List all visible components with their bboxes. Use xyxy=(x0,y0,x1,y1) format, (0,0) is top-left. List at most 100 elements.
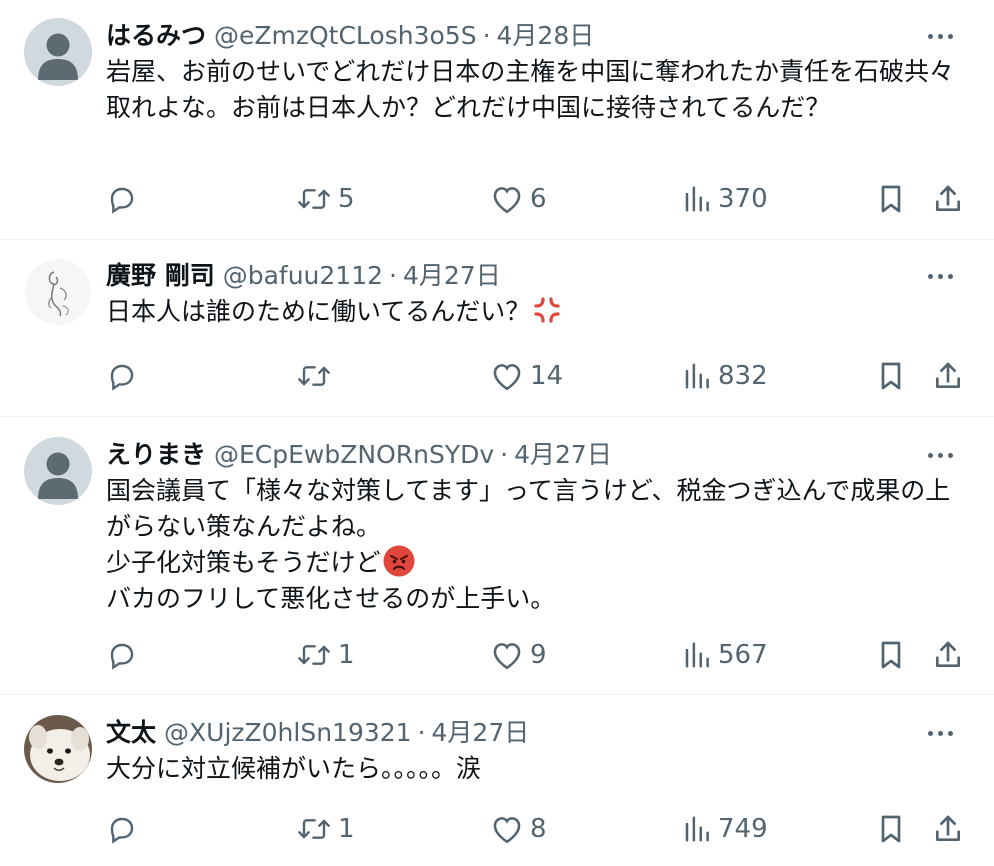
anger-symbol-emoji xyxy=(534,297,560,323)
separator: · xyxy=(482,21,491,50)
dog-photo-avatar-icon xyxy=(24,715,92,783)
avatar[interactable] xyxy=(24,715,92,783)
retweet-button[interactable]: 1 xyxy=(296,809,355,849)
more-icon[interactable] xyxy=(920,258,960,294)
bookmark-button[interactable] xyxy=(876,179,906,219)
handle[interactable]: @bafuu2112 xyxy=(223,258,383,294)
retweet-icon xyxy=(298,366,330,386)
sketch-avatar-icon xyxy=(25,259,91,325)
display-name[interactable]: はるみつ xyxy=(106,18,206,54)
reply-icon xyxy=(110,643,134,670)
like-button[interactable]: 9 xyxy=(490,635,547,675)
views-bar-chart-icon xyxy=(685,642,709,668)
tweet-text-body: 日本人は誰のために働いてるんだい？ xyxy=(106,297,531,326)
reply-button[interactable] xyxy=(106,635,138,675)
handle[interactable]: @eZmzQtCLosh3o5S xyxy=(214,18,477,54)
tweet[interactable]: えりまき @ECpEwbZNORnSYDv · 4月27日 国会議員て「様々な対… xyxy=(0,417,994,695)
share-button[interactable] xyxy=(932,179,964,219)
reply-button[interactable] xyxy=(106,809,138,849)
display-name[interactable]: えりまき xyxy=(106,437,206,473)
retweet-count: 1 xyxy=(338,814,355,844)
tweet-header: 文太 @XUjzZ0hlSn19321 · 4月27日 xyxy=(106,715,970,751)
retweet-icon xyxy=(298,819,330,839)
tweet-text: 国会議員て「様々な対策してます」って言うけど、税金つぎ込んで成果の上がらない策な… xyxy=(106,473,970,617)
tweet[interactable]: 文太 @XUjzZ0hlSn19321 · 4月27日 大分に対立候補がいたら。… xyxy=(0,695,994,866)
tweet-text: 大分に対立候補がいたら。。。。。涙 xyxy=(106,754,482,783)
timestamp[interactable]: 4月27日 xyxy=(403,258,501,294)
share-button[interactable] xyxy=(932,809,964,849)
share-button[interactable] xyxy=(932,635,964,675)
tweet-content: 文太 @XUjzZ0hlSn19321 · 4月27日 大分に対立候補がいたら。… xyxy=(106,715,970,787)
reply-button[interactable] xyxy=(106,356,138,396)
more-icon[interactable] xyxy=(920,715,960,751)
avatar[interactable] xyxy=(24,437,92,505)
tweet-content: はるみつ @eZmzQtCLosh3o5S · 4月28日 岩屋、お前のせいでど… xyxy=(106,18,970,126)
reply-button[interactable] xyxy=(106,179,138,219)
tweet-content: えりまき @ECpEwbZNORnSYDv · 4月27日 国会議員て「様々な対… xyxy=(106,437,970,617)
handle[interactable]: @XUjzZ0hlSn19321 xyxy=(164,715,412,751)
separator: · xyxy=(389,261,397,290)
like-button[interactable]: 14 xyxy=(490,356,563,396)
bookmark-button[interactable] xyxy=(876,809,906,849)
views-button[interactable]: 749 xyxy=(682,809,768,849)
more-icon[interactable] xyxy=(920,437,960,473)
like-button[interactable]: 6 xyxy=(490,179,547,219)
retweet-button[interactable]: 5 xyxy=(296,179,355,219)
like-count: 8 xyxy=(530,814,547,844)
reply-icon xyxy=(110,817,134,844)
share-icon xyxy=(936,185,960,211)
avatar[interactable] xyxy=(24,18,92,86)
views-button[interactable]: 370 xyxy=(682,179,768,219)
timestamp[interactable]: 4月28日 xyxy=(497,18,595,54)
separator: · xyxy=(500,440,509,469)
action-bar: 1 8 749 xyxy=(106,809,970,849)
like-count: 14 xyxy=(530,361,564,391)
view-count: 370 xyxy=(718,184,768,214)
retweet-button[interactable]: 1 xyxy=(296,635,355,675)
retweet-icon xyxy=(298,189,330,209)
tweet-text: 日本人は誰のために働いてるんだい？ xyxy=(106,294,970,330)
retweet-button[interactable] xyxy=(296,356,338,396)
bookmark-icon xyxy=(881,815,901,843)
bookmark-button[interactable] xyxy=(876,635,906,675)
action-bar: 5 6 370 xyxy=(106,179,970,219)
like-button[interactable]: 8 xyxy=(490,809,547,849)
timestamp[interactable]: 4月27日 xyxy=(514,437,612,473)
like-count: 6 xyxy=(530,184,547,214)
action-bar: 14 832 xyxy=(106,356,970,396)
retweet-count: 5 xyxy=(338,184,355,214)
views-bar-chart-icon xyxy=(685,816,709,842)
tweet-text-line: バカのフリして悪化させるのが上手い。 xyxy=(106,584,556,613)
retweet-count: 1 xyxy=(338,640,355,670)
action-bar: 1 9 567 xyxy=(106,635,970,675)
share-icon xyxy=(936,362,960,388)
more-icon[interactable] xyxy=(920,18,960,54)
view-count: 832 xyxy=(718,361,768,391)
retweet-icon xyxy=(298,645,330,665)
display-name[interactable]: 廣野 剛司 xyxy=(106,258,215,294)
display-name[interactable]: 文太 xyxy=(106,715,156,751)
views-button[interactable]: 567 xyxy=(682,635,768,675)
bookmark-button[interactable] xyxy=(876,356,906,396)
view-count: 567 xyxy=(718,640,768,670)
share-icon xyxy=(936,641,960,667)
like-count: 9 xyxy=(530,640,547,670)
views-bar-chart-icon xyxy=(685,363,709,389)
tweet-text: 岩屋、お前のせいでどれだけ日本の主権を中国に奪われたか責任を石破共々取れよな。お… xyxy=(106,57,955,122)
reply-feed: はるみつ @eZmzQtCLosh3o5S · 4月28日 岩屋、お前のせいでど… xyxy=(0,0,994,866)
heart-icon xyxy=(493,187,521,214)
share-icon xyxy=(936,815,960,841)
share-button[interactable] xyxy=(932,356,964,396)
tweet-header: えりまき @ECpEwbZNORnSYDv · 4月27日 xyxy=(106,437,970,473)
default-avatar-icon xyxy=(38,452,78,499)
views-button[interactable]: 832 xyxy=(682,356,768,396)
timestamp[interactable]: 4月27日 xyxy=(432,715,530,751)
handle[interactable]: @ECpEwbZNORnSYDv xyxy=(214,437,494,473)
avatar[interactable] xyxy=(24,258,92,326)
tweet[interactable]: 廣野 剛司 @bafuu2112 · 4月27日 日本人は誰のために働いてるんだ… xyxy=(0,240,994,417)
tweet-text-line: 国会議員て「様々な対策してます」って言うけど、税金つぎ込んで成果の上がらない策な… xyxy=(106,476,951,541)
tweet[interactable]: はるみつ @eZmzQtCLosh3o5S · 4月28日 岩屋、お前のせいでど… xyxy=(0,0,994,240)
separator: · xyxy=(417,718,426,747)
view-count: 749 xyxy=(718,814,768,844)
heart-icon xyxy=(493,817,521,844)
